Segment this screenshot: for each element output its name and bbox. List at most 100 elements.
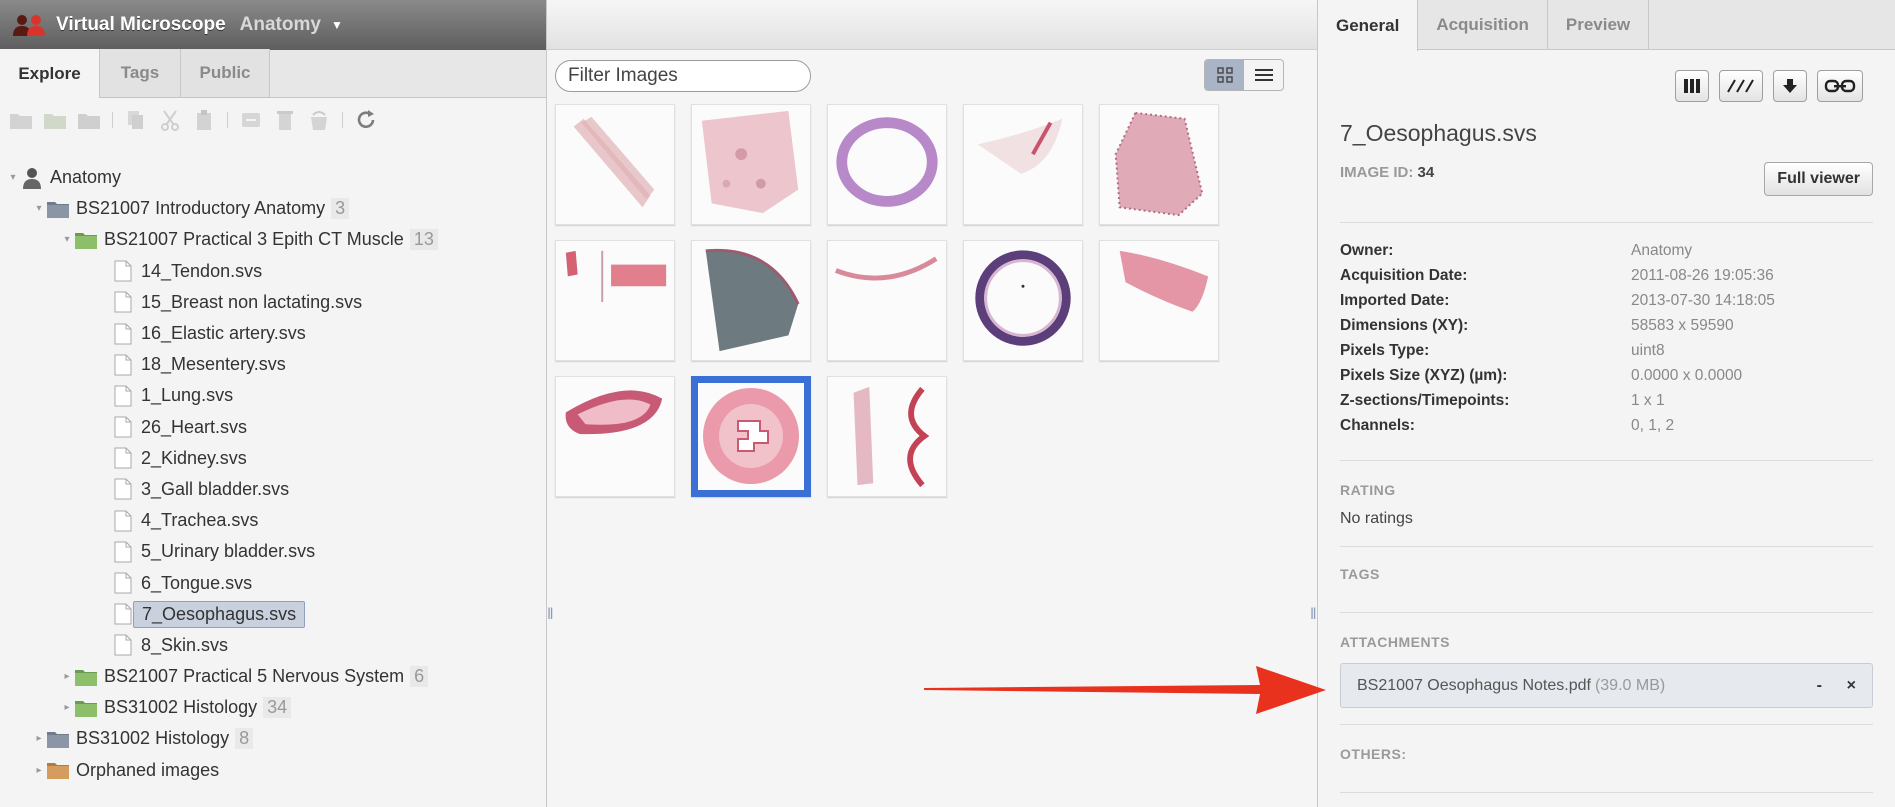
image-thumbnail[interactable] [555,240,675,361]
tree-node-label[interactable]: 2_Kidney.svs [141,448,247,469]
tree-node[interactable]: ▾ BS21007 Practical 3 Epith CT Muscle 13 [0,224,546,255]
tree-node-label[interactable]: 16_Elastic artery.svs [141,323,306,344]
remove-icon[interactable] [238,108,264,132]
attachment-item[interactable]: BS21007 Oesophagus Notes.pdf (39.0 MB) -… [1340,663,1873,708]
tree-node-label[interactable]: 4_Trachea.svs [141,510,258,531]
group-selector[interactable]: Anatomy [240,14,321,36]
image-thumbnail[interactable] [691,104,811,225]
tree-node[interactable]: ▸ BS31002 Histology 34 [0,692,546,723]
tree-node[interactable]: 5_Urinary bladder.svs [0,536,546,567]
tree-node-label[interactable]: 3_Gall bladder.svs [141,479,289,500]
chgrp-icon[interactable] [306,108,332,132]
image-thumbnail[interactable] [1099,240,1219,361]
tab-tags[interactable]: Tags [100,49,181,97]
tree-node-label[interactable]: BS31002 Histology [104,697,257,718]
new-project-icon[interactable] [76,108,102,132]
tab-preview[interactable]: Preview [1548,0,1650,50]
tab-public[interactable]: Public [181,49,270,97]
caret-down-icon[interactable]: ▾ [60,234,74,245]
caret-down-icon[interactable]: ▾ [6,172,20,183]
tree-node-label[interactable]: 6_Tongue.svs [141,573,252,594]
tree-node-label[interactable]: 26_Heart.svs [141,417,247,438]
image-thumbnail[interactable] [1099,104,1219,225]
attachment-name[interactable]: BS21007 Oesophagus Notes.pdf [1357,677,1591,695]
image-thumbnail[interactable] [963,240,1083,361]
tree-node[interactable]: 8_Skin.svs [0,630,546,661]
image-thumbnail-selected[interactable] [691,376,811,497]
tree-node[interactable]: 3_Gall bladder.svs [0,474,546,505]
image-thumbnail[interactable] [555,104,675,225]
tab-acquisition[interactable]: Acquisition [1418,0,1548,50]
copy-icon[interactable] [123,108,149,132]
delete-icon[interactable] [272,108,298,132]
tab-explore[interactable]: Explore [0,49,100,98]
grid-view-icon[interactable] [1205,60,1244,90]
image-thumbnail[interactable] [827,376,947,497]
tree-node[interactable]: 2_Kidney.svs [0,443,546,474]
toolbar-divider [227,112,228,128]
download-icon[interactable] [1773,70,1807,102]
delete-attachment-button[interactable]: × [1847,677,1856,695]
tree-node-label[interactable]: Anatomy [50,167,121,188]
caret-right-icon[interactable]: ▸ [32,765,46,776]
caret-down-icon[interactable]: ▾ [32,203,46,214]
new-dataset-icon[interactable] [42,108,68,132]
child-count-badge: 13 [409,229,438,251]
remove-attachment-button[interactable]: - [1817,677,1822,695]
link-icon[interactable] [1817,70,1863,102]
metadata-row: Pixels Type: uint8 [1340,342,1880,367]
tree-node-label[interactable]: Orphaned images [76,760,219,781]
new-folder-icon[interactable] [8,108,34,132]
refresh-icon[interactable] [353,108,379,132]
app-header: Virtual Microscope Anatomy ▼ [0,0,546,50]
tree-node-label[interactable]: 1_Lung.svs [141,385,233,406]
paste-icon[interactable] [191,108,217,132]
tree-node[interactable]: 7_Oesophagus.svs [0,599,546,630]
right-resize-handle[interactable]: ‖ [1310,606,1317,628]
left-resize-handle[interactable]: ‖ [547,606,554,628]
tree-node[interactable]: 18_Mesentery.svs [0,349,546,380]
tree-node[interactable]: ▾ Anatomy [0,162,546,193]
tree-node-label[interactable]: 5_Urinary bladder.svs [141,541,315,562]
caret-right-icon[interactable]: ▸ [60,702,74,713]
tree-node-label[interactable]: BS21007 Practical 5 Nervous System [104,666,404,687]
tree-node-label[interactable]: 8_Skin.svs [141,635,228,656]
path-icon[interactable] [1719,70,1763,102]
image-thumbnail[interactable] [691,240,811,361]
tree-node-label[interactable]: 18_Mesentery.svs [141,354,286,375]
tab-general[interactable]: General [1318,0,1419,51]
chevron-down-icon[interactable]: ▼ [331,18,343,32]
tree-node[interactable]: 26_Heart.svs [0,412,546,443]
image-thumbnail[interactable] [963,104,1083,225]
tree-node[interactable]: 15_Breast non lactating.svs [0,287,546,318]
filter-images-input[interactable] [555,60,811,92]
full-viewer-button[interactable]: Full viewer [1764,162,1873,196]
tree-node-label[interactable]: 15_Breast non lactating.svs [141,292,362,313]
user-icon [20,167,44,189]
open-with-icon[interactable] [1675,70,1709,102]
tree-node-label[interactable]: BS21007 Practical 3 Epith CT Muscle [104,229,404,250]
tree-node-label[interactable]: 7_Oesophagus.svs [133,600,306,628]
tree-node[interactable]: 1_Lung.svs [0,380,546,411]
tree-node[interactable]: ▾ BS21007 Introductory Anatomy 3 [0,193,546,224]
tree-node[interactable]: ▸ BS31002 Histology 8 [0,723,546,754]
divider [1340,460,1873,461]
attachment-size: (39.0 MB) [1594,676,1666,694]
filter-row [547,50,1317,100]
tree-node[interactable]: 4_Trachea.svs [0,505,546,536]
tree-node[interactable]: 14_Tendon.svs [0,256,546,287]
image-thumbnail[interactable] [827,104,947,225]
tree-node[interactable]: ▸ BS21007 Practical 5 Nervous System 6 [0,661,546,692]
caret-right-icon[interactable]: ▸ [60,671,74,682]
tree-node[interactable]: 6_Tongue.svs [0,567,546,598]
cut-icon[interactable] [157,108,183,132]
image-thumbnail[interactable] [827,240,947,361]
image-thumbnail[interactable] [555,376,675,497]
tree-node[interactable]: ▸ Orphaned images [0,755,546,786]
caret-right-icon[interactable]: ▸ [32,733,46,744]
tree-node[interactable]: 16_Elastic artery.svs [0,318,546,349]
list-view-icon[interactable] [1244,60,1283,90]
tree-node-label[interactable]: BS21007 Introductory Anatomy [76,198,325,219]
tree-node-label[interactable]: 14_Tendon.svs [141,261,262,282]
tree-node-label[interactable]: BS31002 Histology [76,728,229,749]
